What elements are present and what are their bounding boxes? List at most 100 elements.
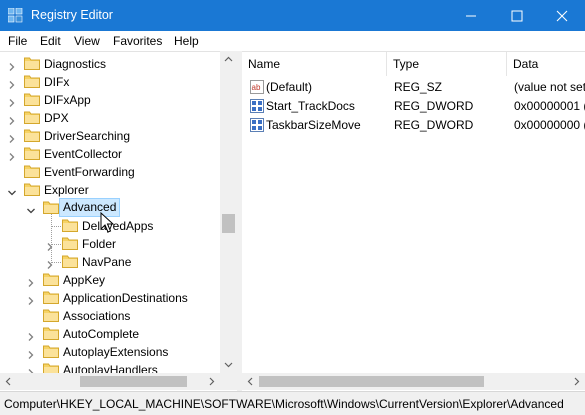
- close-icon: [556, 10, 568, 22]
- tree-item-label: Folder: [82, 237, 117, 251]
- scroll-left-icon[interactable]: [0, 373, 17, 390]
- tree-item[interactable]: NavPane: [0, 253, 220, 271]
- list-horizontal-scrollbar[interactable]: [242, 373, 585, 390]
- value-data: (value not set): [514, 80, 585, 94]
- value-data: 0x00000000 (0): [514, 118, 585, 132]
- tree-item[interactable]: DriverSearching: [0, 127, 220, 145]
- column-header-type[interactable]: Type: [387, 52, 507, 76]
- folder-icon: [24, 57, 40, 70]
- menu-edit[interactable]: Edit: [40, 34, 61, 48]
- tree-horizontal-scrollbar[interactable]: [0, 373, 220, 390]
- chevron-right-icon[interactable]: [27, 294, 35, 305]
- tree-item[interactable]: ApplicationDestinations: [0, 289, 220, 307]
- scroll-right-icon[interactable]: [203, 373, 220, 390]
- tree-item[interactable]: DPX: [0, 109, 220, 127]
- chevron-right-icon[interactable]: [8, 78, 16, 89]
- tree-item-label: DriverSearching: [44, 129, 131, 143]
- tree-vertical-scroll-thumb[interactable]: [222, 214, 235, 233]
- tree-item[interactable]: Associations: [0, 307, 220, 325]
- chevron-right-icon[interactable]: [8, 114, 16, 125]
- chevron-right-icon[interactable]: [8, 96, 16, 107]
- window-title: Registry Editor: [31, 8, 113, 22]
- tree-item-label: Explorer: [44, 183, 89, 197]
- tree-item-label: ApplicationDestinations: [63, 291, 188, 305]
- scroll-right-icon[interactable]: [568, 373, 585, 390]
- chevron-right-icon[interactable]: [46, 258, 54, 269]
- tree-item-label: EventCollector: [44, 147, 123, 161]
- menu-favorites[interactable]: Favorites: [113, 34, 162, 48]
- tree-item-label: DIFxApp: [44, 93, 91, 107]
- value-row[interactable]: Start_TrackDocs REG_DWORD 0x00000001 (1): [242, 97, 585, 116]
- minimize-button[interactable]: [448, 0, 494, 31]
- column-header-name[interactable]: Name: [242, 52, 387, 76]
- tree-item[interactable]: AutoComplete: [0, 325, 220, 343]
- scroll-down-icon[interactable]: [220, 356, 237, 373]
- tree-item[interactable]: DIFxApp: [0, 91, 220, 109]
- scroll-left-icon[interactable]: [242, 373, 259, 390]
- maximize-icon: [511, 10, 523, 22]
- chevron-right-icon[interactable]: [27, 276, 35, 287]
- chevron-right-icon[interactable]: [8, 60, 16, 71]
- folder-icon: [62, 255, 78, 268]
- registry-editor-icon: [8, 8, 23, 23]
- folder-icon: [43, 273, 59, 286]
- tree-item-label: DPX: [44, 111, 69, 125]
- close-button[interactable]: [539, 0, 585, 31]
- menu-bar: File Edit View Favorites Help: [0, 31, 585, 51]
- menu-file[interactable]: File: [8, 34, 27, 48]
- tree-item[interactable]: Diagnostics: [0, 55, 220, 73]
- tree-item[interactable]: Folder: [0, 235, 220, 253]
- chevron-right-icon[interactable]: [8, 150, 16, 161]
- list-horizontal-scroll-thumb[interactable]: [259, 376, 484, 387]
- tree-item-label: NavPane: [82, 255, 132, 269]
- tree-item[interactable]: AutoplayExtensions: [0, 343, 220, 361]
- folder-icon: [62, 237, 78, 250]
- open-folder-icon: [43, 201, 59, 214]
- tree-horizontal-scroll-thumb[interactable]: [80, 376, 187, 387]
- tree-item-label: Associations: [63, 309, 131, 323]
- scroll-up-icon[interactable]: [220, 51, 237, 68]
- folder-icon: [43, 327, 59, 340]
- tree-item[interactable]: EventCollector: [0, 145, 220, 163]
- chevron-right-icon[interactable]: [46, 240, 54, 251]
- menu-view[interactable]: View: [74, 34, 100, 48]
- folder-icon: [43, 345, 59, 358]
- binary-value-icon: [250, 118, 264, 132]
- key-tree[interactable]: Diagnostics DIFx DIFxApp DPX DriverSearching…: [0, 51, 237, 391]
- folder-icon: [24, 165, 40, 178]
- tree-item-label: AppKey: [63, 273, 106, 287]
- tree-item[interactable]: AppKey: [0, 271, 220, 289]
- values-list[interactable]: Name Type Data ab (Default) REG_SZ (valu…: [242, 51, 585, 391]
- tree-vertical-scrollbar[interactable]: [220, 51, 237, 373]
- folder-icon: [24, 129, 40, 142]
- tree-item[interactable]: Explorer: [0, 181, 220, 199]
- title-bar: Registry Editor: [0, 0, 585, 31]
- chevron-right-icon[interactable]: [27, 348, 35, 359]
- value-type: REG_DWORD: [394, 99, 474, 113]
- chevron-down-icon[interactable]: [27, 204, 35, 214]
- value-data: 0x00000001 (1): [514, 99, 585, 113]
- maximize-button[interactable]: [494, 0, 540, 31]
- chevron-right-icon[interactable]: [8, 132, 16, 143]
- mouse-pointer-icon: [100, 212, 114, 233]
- folder-icon: [24, 147, 40, 160]
- tree-item-label: DelayedApps: [82, 219, 154, 233]
- folder-icon: [24, 111, 40, 124]
- folder-icon: [62, 219, 78, 232]
- tree-item-label: AutoComplete: [63, 327, 140, 341]
- scrollbar-corner: [220, 373, 237, 390]
- tree-item-label: AutoplayExtensions: [63, 345, 169, 359]
- svg-text:ab: ab: [252, 83, 261, 92]
- chevron-right-icon[interactable]: [27, 330, 35, 341]
- value-row[interactable]: TaskbarSizeMove REG_DWORD 0x00000000 (0): [242, 116, 585, 135]
- binary-value-icon: [250, 99, 264, 113]
- tree-item[interactable]: DIFx: [0, 73, 220, 91]
- minimize-icon: [466, 15, 476, 17]
- tree-item[interactable]: EventForwarding: [0, 163, 220, 181]
- menu-help[interactable]: Help: [174, 34, 199, 48]
- value-row[interactable]: ab (Default) REG_SZ (value not set): [242, 78, 585, 97]
- chevron-down-icon[interactable]: [8, 186, 16, 196]
- column-header-data[interactable]: Data: [507, 52, 585, 76]
- open-folder-icon: [24, 183, 40, 196]
- value-name: TaskbarSizeMove: [266, 118, 361, 132]
